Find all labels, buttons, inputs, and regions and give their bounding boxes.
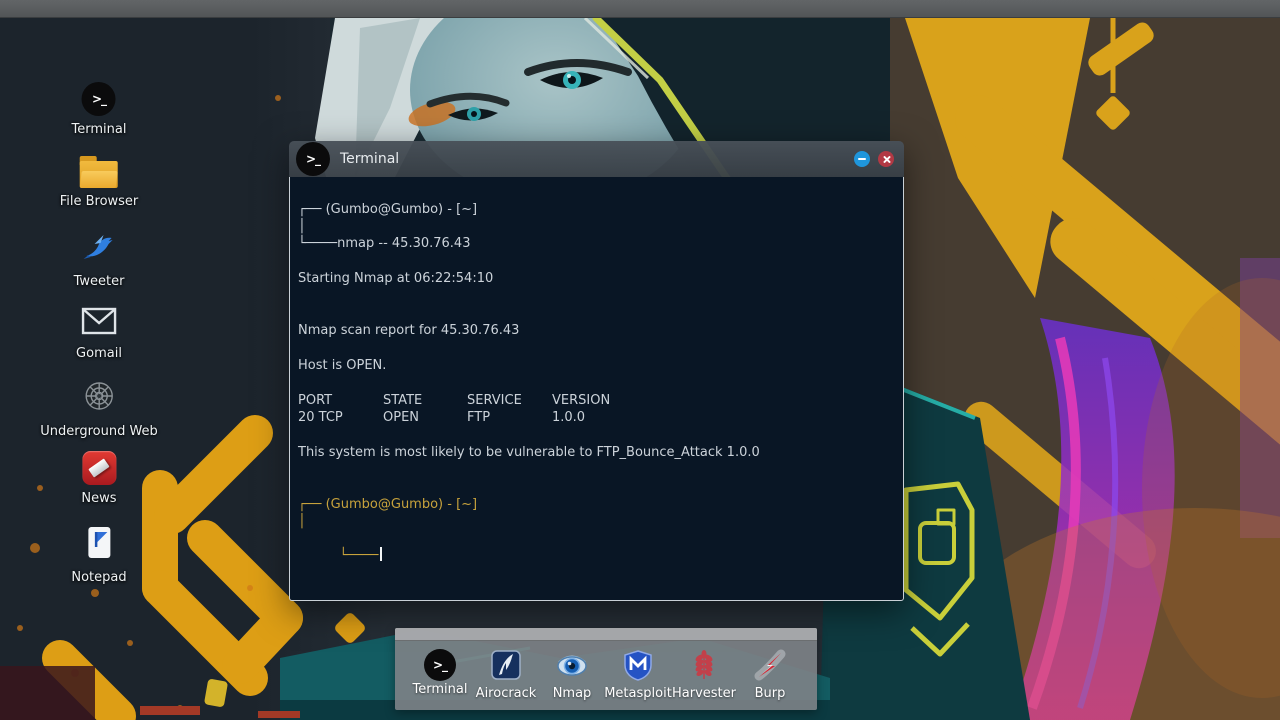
desktop-icon-label: Gomail xyxy=(76,346,122,361)
terminal-icon: >_ xyxy=(424,649,456,681)
bird-icon xyxy=(81,230,117,268)
dock-item-metasploit[interactable]: Metasploit xyxy=(604,649,672,701)
terminal-window: >_ Terminal ┌── (Gumbo@Gumbo) - [~] │ └─… xyxy=(289,141,904,601)
command-line: └────nmap -- 45.30.76.43 xyxy=(298,236,471,251)
nmap-eye-icon xyxy=(556,649,588,685)
desktop-icon-tweeter[interactable]: Tweeter xyxy=(73,230,125,289)
scan-table-header: PORT STATE SERVICE VERSION xyxy=(298,392,647,409)
desktop-icon-news[interactable]: News xyxy=(81,451,117,506)
minimize-button[interactable] xyxy=(854,151,870,167)
terminal-glyph: >_ xyxy=(91,92,107,106)
col-port: PORT xyxy=(298,393,333,408)
desktop-icon-underground-web[interactable]: Underground Web xyxy=(40,378,158,439)
dock-item-terminal[interactable]: >_ Terminal xyxy=(407,649,473,701)
close-button[interactable] xyxy=(878,151,894,167)
cell-port: 20 TCP xyxy=(298,410,343,425)
dock-top-strip xyxy=(395,628,817,641)
col-version: VERSION xyxy=(552,393,611,408)
desktop-icon-notepad[interactable]: Notepad xyxy=(71,524,127,585)
desktop-icon-label: Tweeter xyxy=(73,274,125,289)
terminal-glyph: >_ xyxy=(305,152,321,166)
window-title: Terminal xyxy=(340,151,400,167)
dock-item-nmap[interactable]: Nmap xyxy=(539,649,605,701)
output-line: Starting Nmap at 06:22:54:10 xyxy=(298,271,494,286)
desktop-icon-label: News xyxy=(81,491,117,506)
cell-state: OPEN xyxy=(383,410,420,425)
window-titlebar[interactable]: >_ Terminal xyxy=(289,141,904,177)
metasploit-shield-icon xyxy=(622,649,654,685)
dock-item-label: Metasploit xyxy=(604,686,672,701)
newspaper-icon xyxy=(81,451,116,485)
scan-table-row: 20 TCP OPEN FTP 1.0.0 xyxy=(298,409,647,426)
dock-item-label: Nmap xyxy=(552,686,592,701)
harvester-wheat-icon xyxy=(688,649,720,685)
prompt-line: │ xyxy=(298,219,306,234)
terminal-icon: >_ xyxy=(296,142,330,176)
output-line: Nmap scan report for 45.30.76.43 xyxy=(298,323,520,338)
vulnerability-line: This system is most likely to be vulnera… xyxy=(298,445,760,460)
web-icon xyxy=(81,378,117,418)
dock-item-harvester[interactable]: Harvester xyxy=(671,649,737,701)
desktop: >_ Terminal File Browser Tweeter Gomail … xyxy=(0,18,1280,720)
desktop-icon-gomail[interactable]: Gomail xyxy=(76,306,122,361)
top-bar xyxy=(0,0,1280,18)
dock-item-label: Airocrack xyxy=(475,686,537,701)
notepad-icon xyxy=(82,524,116,564)
desktop-icon-terminal[interactable]: >_ Terminal xyxy=(71,82,127,137)
burp-flame-icon xyxy=(754,649,786,685)
output-line: Host is OPEN. xyxy=(298,358,387,373)
desktop-icon-label: File Browser xyxy=(59,194,139,209)
cell-service: FTP xyxy=(467,410,491,425)
desktop-icon-label: Terminal xyxy=(71,122,127,137)
col-state: STATE xyxy=(383,393,423,408)
prompt-line: │ xyxy=(298,514,306,529)
desktop-icon-label: Notepad xyxy=(71,570,127,585)
dock-item-label: Terminal xyxy=(412,682,468,697)
terminal-icon: >_ xyxy=(81,82,116,116)
folder-icon xyxy=(79,156,119,188)
prompt-line: ┌── (Gumbo@Gumbo) - [~] xyxy=(298,497,478,512)
screen: >_ Terminal File Browser Tweeter Gomail … xyxy=(0,0,1280,720)
dock-item-label: Harvester xyxy=(672,686,736,701)
desktop-icon-label: Underground Web xyxy=(40,424,158,439)
close-icon xyxy=(882,155,891,164)
desktop-icon-file-browser[interactable]: File Browser xyxy=(59,156,139,209)
dock-item-burp[interactable]: Burp xyxy=(737,649,803,701)
envelope-icon xyxy=(81,306,117,340)
col-service: SERVICE xyxy=(467,393,522,408)
prompt-line: ┌── (Gumbo@Gumbo) - [~] xyxy=(298,202,478,217)
dock-item-label: Burp xyxy=(754,686,786,701)
dock-item-airocrack[interactable]: Airocrack xyxy=(473,649,539,701)
minus-icon xyxy=(858,158,866,160)
text-cursor xyxy=(380,547,383,561)
dock: >_ Terminal Airocrack Nmap Metasploit Ha… xyxy=(395,628,817,710)
airocrack-icon xyxy=(490,649,522,685)
terminal-content[interactable]: ┌── (Gumbo@Gumbo) - [~] │ └────nmap -- 4… xyxy=(289,177,904,601)
terminal-glyph: >_ xyxy=(432,658,448,672)
prompt-line: └──── xyxy=(298,530,383,581)
cell-version: 1.0.0 xyxy=(552,410,586,425)
